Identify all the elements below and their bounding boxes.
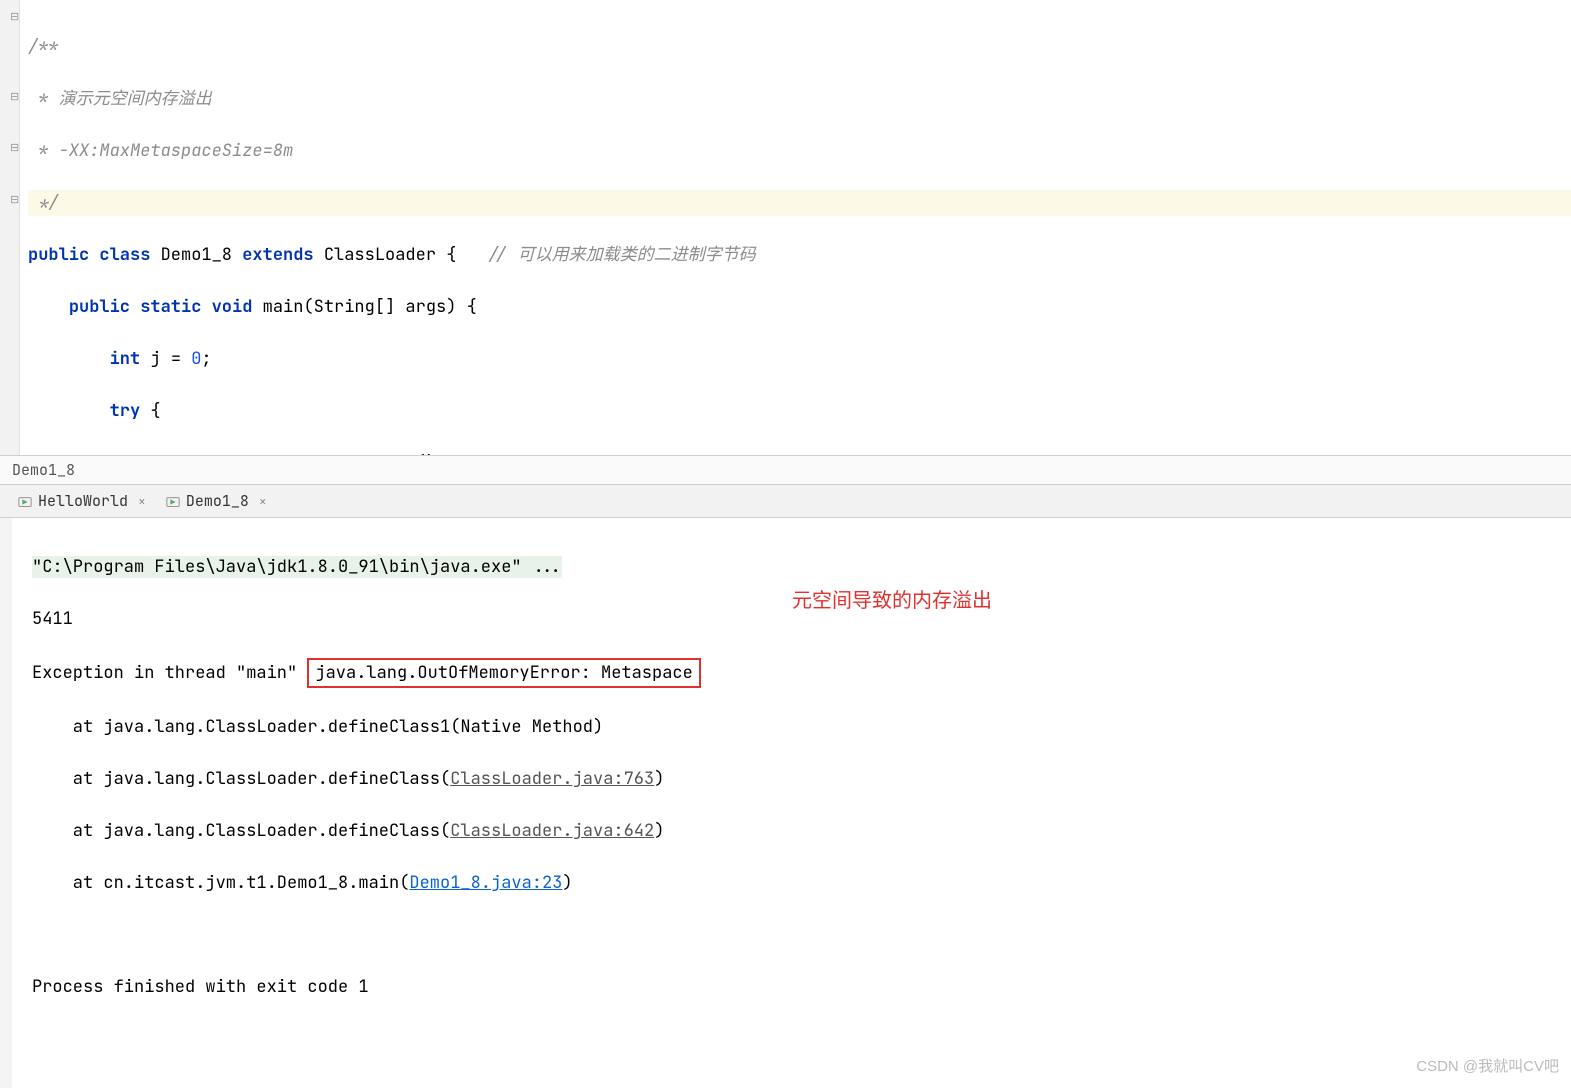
code-text: Demo1_8();: [334, 452, 446, 455]
error-highlight-box: java.lang.OutOfMemoryError: Metaspace: [307, 658, 700, 688]
stack-trace-link[interactable]: Demo1_8.java:23: [409, 872, 562, 894]
exit-code-line: Process finished with exit code 1: [32, 974, 1571, 1000]
stack-trace-line: ): [562, 872, 572, 894]
stack-trace-line: at java.lang.ClassLoader.defineClass1(Na…: [32, 714, 1571, 740]
fold-icon[interactable]: ⊟: [10, 90, 22, 102]
comment: * -XX:MaxMetaspaceSize=8m: [28, 140, 293, 162]
breadcrumb[interactable]: Demo1_8: [0, 455, 1571, 484]
run-tabs-row: HelloWorld × Demo1_8 ×: [0, 484, 1571, 518]
console-toolbar[interactable]: [0, 518, 12, 1088]
comment: * 演示元空间内存溢出: [28, 88, 212, 110]
stack-trace-line: at cn.itcast.jvm.t1.Demo1_8.main(: [32, 872, 409, 894]
code-text: j =: [140, 348, 191, 370]
keyword: extends: [242, 244, 313, 266]
stack-trace-link[interactable]: ClassLoader.java:763: [450, 768, 654, 790]
code-text: {: [140, 400, 160, 422]
run-tab-demo18[interactable]: Demo1_8 ×: [156, 485, 277, 517]
comment: /**: [28, 36, 59, 58]
editor-pane: ⊟ ⊟ ⊟ ⊟ /** * 演示元空间内存溢出 * -XX:MaxMetaspa…: [0, 0, 1571, 455]
tab-label: HelloWorld: [38, 491, 128, 511]
run-config-icon: [18, 494, 32, 508]
stack-trace-line: ): [654, 768, 664, 790]
run-tab-helloworld[interactable]: HelloWorld ×: [8, 485, 156, 517]
code-area[interactable]: /** * 演示元空间内存溢出 * -XX:MaxMetaspaceSize=8…: [28, 0, 1571, 455]
editor-gutter: ⊟ ⊟ ⊟ ⊟: [0, 0, 20, 455]
watermark: CSDN @我就叫CV吧: [1416, 1054, 1559, 1080]
stack-trace-line: at java.lang.ClassLoader.defineClass(: [32, 768, 450, 790]
comment: */: [28, 192, 59, 214]
stack-trace-link[interactable]: ClassLoader.java:642: [450, 820, 654, 842]
stack-trace-line: ): [654, 820, 664, 842]
console-pane: "C:\Program Files\Java\jdk1.8.0_91\bin\j…: [0, 518, 1571, 1088]
method-sig: main(String[] args) {: [252, 296, 476, 318]
close-icon[interactable]: ×: [259, 493, 267, 510]
number: 0: [191, 348, 201, 370]
stack-trace-line: at java.lang.ClassLoader.defineClass(: [32, 820, 450, 842]
exception-prefix: Exception in thread "main": [32, 662, 307, 684]
code-text: Demo1_8 test =: [150, 452, 303, 455]
breadcrumb-item[interactable]: Demo1_8: [12, 460, 75, 480]
code-text: ClassLoader {: [314, 244, 467, 266]
close-icon[interactable]: ×: [138, 493, 146, 510]
command-line: "C:\Program Files\Java\jdk1.8.0_91\bin\j…: [32, 556, 562, 578]
class-name: Demo1_8: [150, 244, 242, 266]
keyword: public static void: [69, 296, 253, 318]
fold-icon[interactable]: ⊟: [10, 193, 22, 205]
keyword: int: [110, 348, 141, 370]
fold-icon[interactable]: ⊟: [10, 10, 22, 22]
comment: // 可以用来加载类的二进制字节码: [467, 244, 756, 266]
annotation-label: 元空间导致的内存溢出: [792, 588, 992, 614]
keyword: public class: [28, 244, 150, 266]
keyword: new: [303, 452, 334, 455]
code-text: ;: [201, 348, 211, 370]
keyword: try: [110, 400, 141, 422]
fold-icon[interactable]: ⊟: [10, 141, 22, 153]
run-config-icon: [166, 494, 180, 508]
tab-label: Demo1_8: [186, 491, 249, 511]
console-content[interactable]: "C:\Program Files\Java\jdk1.8.0_91\bin\j…: [32, 528, 1571, 1078]
